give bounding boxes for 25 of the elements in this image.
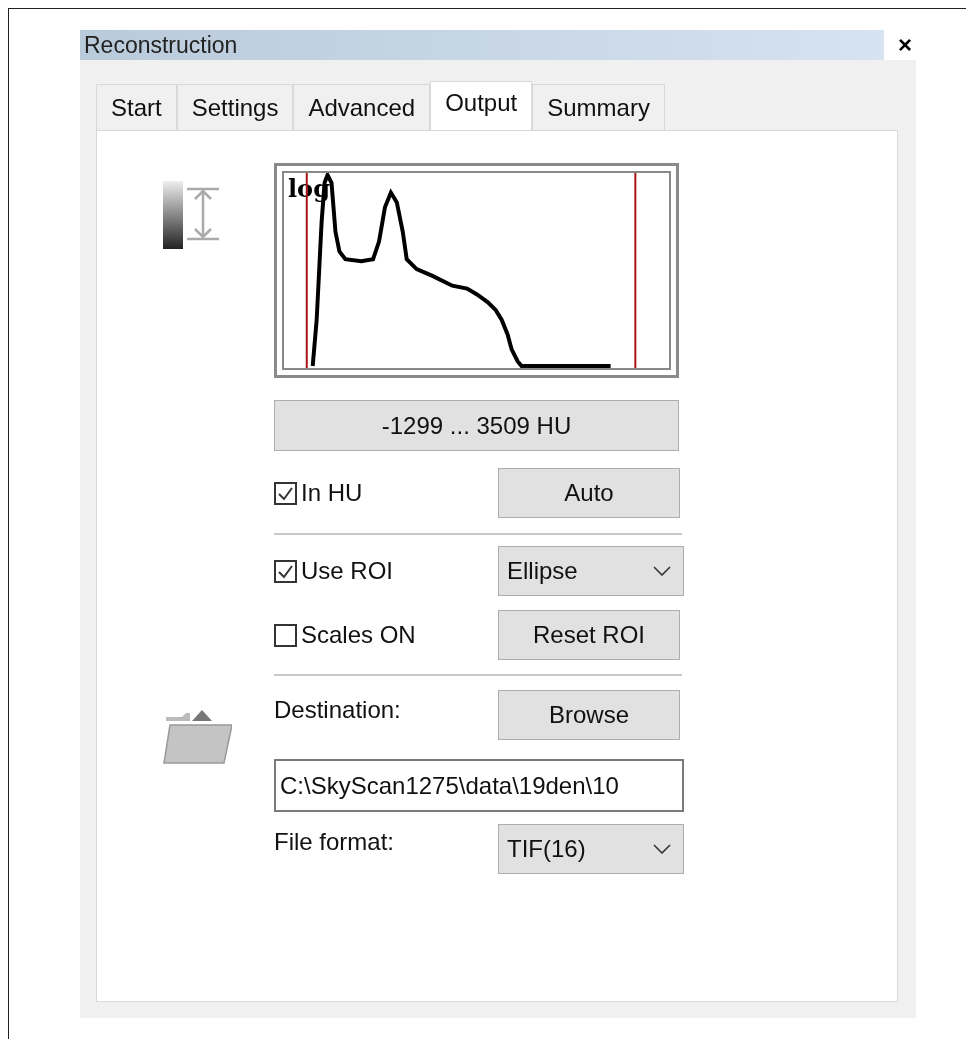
auto-button[interactable]: Auto bbox=[498, 468, 680, 518]
file-format-dropdown[interactable]: TIF(16) bbox=[498, 824, 684, 874]
reset-roi-button[interactable]: Reset ROI bbox=[498, 610, 680, 660]
tab[interactable]: Output bbox=[430, 81, 533, 131]
checkbox-label: In HU bbox=[301, 478, 363, 508]
checkbox[interactable] bbox=[274, 481, 297, 505]
checkbox[interactable] bbox=[274, 623, 297, 647]
contrast-range-icon bbox=[163, 181, 221, 249]
destination-path-field[interactable]: C:\SkyScan1275\data\19den\10 bbox=[274, 759, 684, 812]
destination-label: Destination: bbox=[274, 695, 402, 725]
file-format-label: File format: bbox=[274, 827, 396, 857]
tab[interactable]: Advanced bbox=[293, 84, 431, 130]
roi-shape-dropdown[interactable]: Ellipse bbox=[498, 546, 684, 596]
window-title: Reconstruction bbox=[84, 30, 238, 60]
checkbox-label: Use ROI bbox=[301, 556, 393, 586]
tab[interactable]: Start bbox=[96, 84, 177, 130]
chevron-down-icon bbox=[653, 844, 671, 854]
checkbox[interactable] bbox=[274, 559, 297, 583]
close-button[interactable]: × bbox=[898, 33, 912, 57]
browse-button[interactable]: Browse bbox=[498, 690, 680, 740]
tab[interactable]: Summary bbox=[532, 84, 665, 130]
chevron-down-icon bbox=[653, 566, 671, 576]
checkbox-label: Scales ON bbox=[301, 620, 416, 650]
range-button[interactable]: -1299 ... 3509 HU bbox=[274, 400, 679, 451]
tab[interactable]: Settings bbox=[176, 84, 294, 130]
